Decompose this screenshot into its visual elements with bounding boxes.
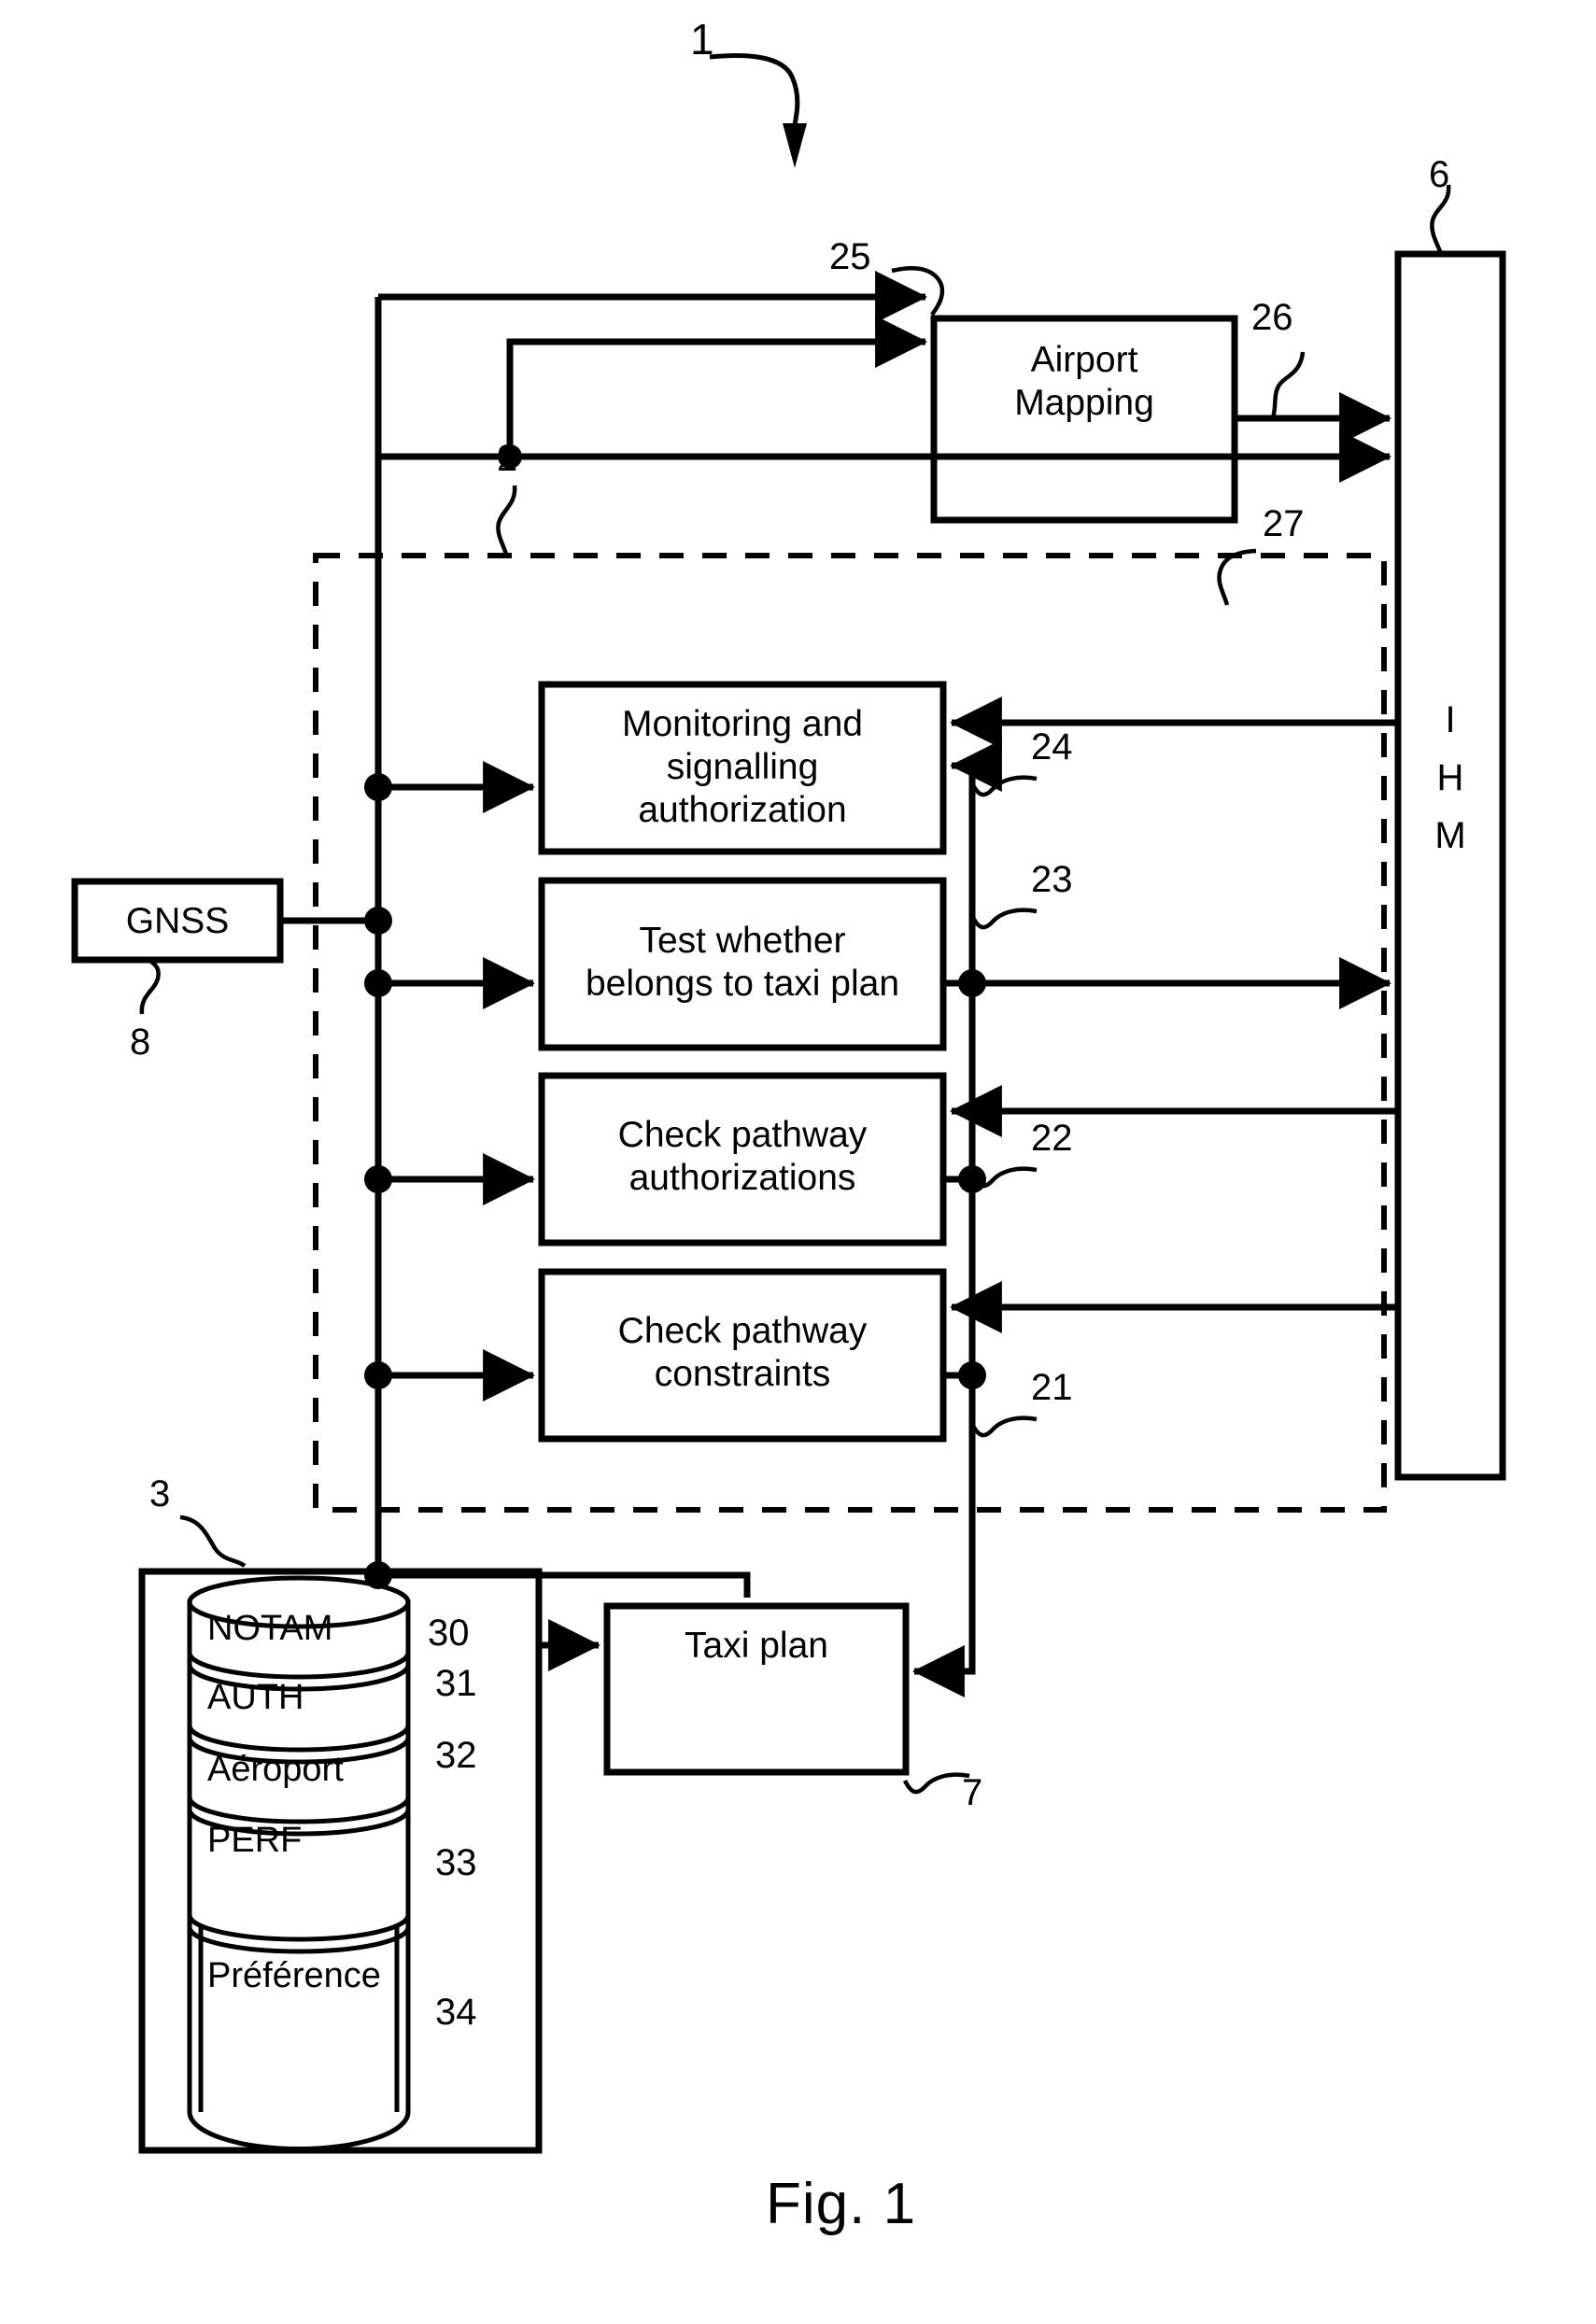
ref-label-34: 34 — [435, 1992, 477, 2033]
patent-figure: 1 25 Airport Mapping 26 6 IHM 2 27 Monit… — [0, 0, 1596, 2324]
db-layer-aeroport-label: Aéroport — [207, 1750, 344, 1789]
ref-label-27: 27 — [1263, 503, 1305, 544]
junction-dot-gnss — [364, 907, 392, 935]
ref-label-2: 2 — [497, 438, 518, 479]
ref-label-26: 26 — [1251, 297, 1293, 338]
leader-27 — [1217, 548, 1257, 606]
ihm-letter-i: I — [1445, 699, 1456, 740]
ref-label-22: 22 — [1031, 1118, 1073, 1159]
leader-system-1 — [709, 53, 800, 135]
db-layer-preference-label: Préférence — [207, 1956, 381, 1995]
leader-2 — [496, 485, 517, 558]
ref-label-8: 8 — [130, 1021, 151, 1063]
leader-arrowhead-1 — [783, 123, 807, 168]
leader-7 — [902, 1772, 970, 1795]
ihm-label: IHM — [1398, 691, 1503, 865]
leader-23 — [969, 908, 1038, 930]
db-layer-notam-label: NOTAM — [207, 1609, 333, 1648]
ref-label-3: 3 — [149, 1473, 171, 1514]
junction-dot-check-constraints — [364, 1361, 392, 1389]
db-layer-perf-label: PERF — [207, 1821, 303, 1860]
figure-caption: Fig. 1 — [766, 2172, 917, 2236]
ref-label-32: 32 — [435, 1735, 477, 1776]
leader-25 — [891, 266, 945, 317]
ref-label-31: 31 — [435, 1663, 477, 1704]
ref-label-21: 21 — [1031, 1367, 1073, 1408]
monitoring-label: Monitoring and signalling authorization — [622, 704, 863, 831]
ref-label-24: 24 — [1031, 726, 1073, 768]
ref-label-1: 1 — [690, 15, 714, 63]
ref-label-25: 25 — [829, 236, 871, 277]
leader-6 — [1430, 184, 1451, 255]
taxi-plan-label: Taxi plan — [685, 1626, 828, 1666]
ref-label-33: 33 — [435, 1842, 477, 1883]
leader-24 — [969, 775, 1038, 797]
ref-label-30: 30 — [428, 1613, 470, 1654]
wire-27-to-airport-mapping — [506, 316, 928, 457]
db-layer-auth-label: AUTH — [207, 1678, 304, 1717]
junction-dot-monitoring — [364, 773, 392, 801]
leader-8 — [139, 958, 161, 1015]
ihm-letter-h: H — [1436, 757, 1464, 798]
leader-3 — [179, 1514, 247, 1568]
ref-label-6: 6 — [1429, 154, 1450, 195]
gnss-label: GNSS — [125, 901, 230, 941]
ref-label-7: 7 — [962, 1772, 983, 1813]
junction-dot-check-auth — [364, 1165, 392, 1193]
junction-dot-test-taxi — [364, 969, 392, 997]
ref-label-23: 23 — [1031, 859, 1073, 900]
check-constraints-label: Check pathway constraints — [617, 1311, 868, 1395]
check-auth-label: Check pathway authorizations — [617, 1115, 868, 1199]
leader-26 — [1270, 351, 1306, 418]
ihm-box — [1394, 250, 1506, 1481]
leader-21 — [969, 1416, 1038, 1438]
test-taxi-label: Test whether belongs to taxi plan — [585, 921, 900, 1005]
ihm-letter-m: M — [1434, 815, 1466, 856]
wire-return-to-taxi-plan — [911, 1582, 976, 1697]
database-cylinder — [187, 1575, 411, 2151]
airport-mapping-label: Airport Mapping — [1014, 340, 1154, 424]
